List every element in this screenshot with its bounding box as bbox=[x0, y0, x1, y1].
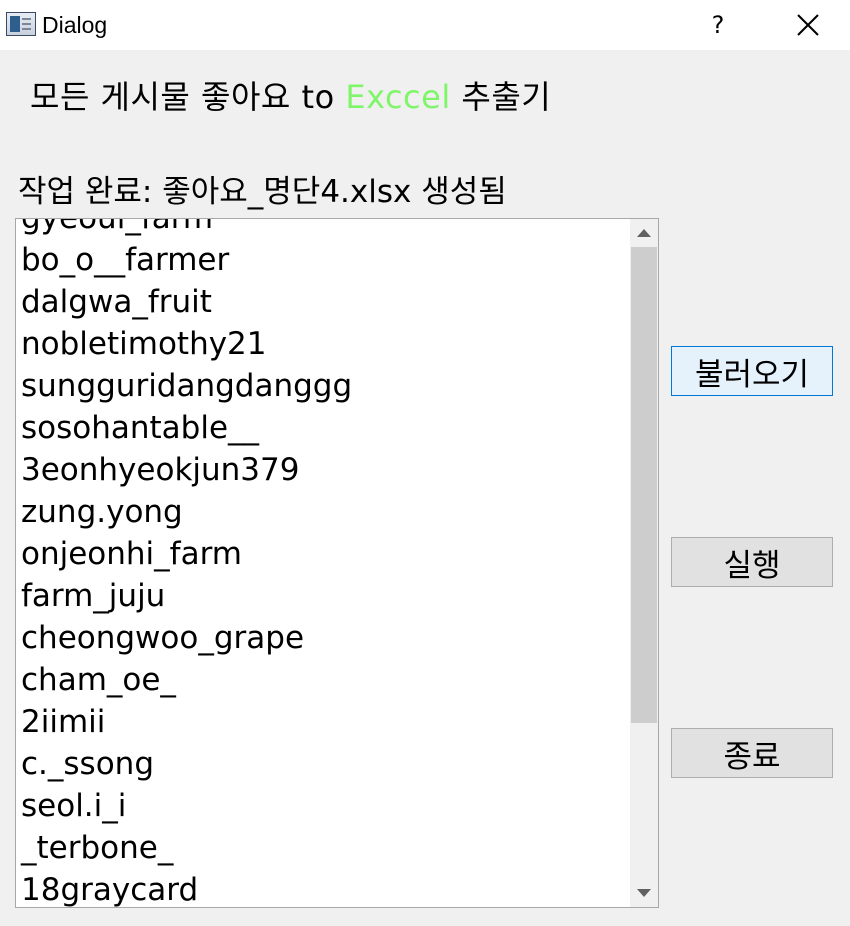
username-list[interactable]: gyeoul_farm bo_o__farmer dalgwa_fruit nobl… bbox=[15, 218, 659, 908]
list-item[interactable]: sosohantable__ bbox=[16, 407, 630, 449]
app-heading: 모든 게시물 좋아요 to Exccel 추출기 bbox=[30, 72, 551, 118]
list-item[interactable]: bo_o__farmer bbox=[16, 239, 630, 281]
list-item[interactable]: c._ssong bbox=[16, 743, 630, 785]
list-item[interactable]: 18graycard bbox=[16, 869, 630, 907]
list-item[interactable]: dalgwa_fruit bbox=[16, 281, 630, 323]
scroll-down-arrow-icon bbox=[637, 889, 651, 897]
app-icon bbox=[6, 12, 36, 36]
list-item[interactable]: 2iimii bbox=[16, 701, 630, 743]
list-item[interactable]: 3eonhyeokjun379 bbox=[16, 449, 630, 491]
list-item[interactable]: seol.i_i bbox=[16, 785, 630, 827]
list-item[interactable]: onjeonhi_farm bbox=[16, 533, 630, 575]
close-button[interactable] bbox=[780, 0, 836, 50]
load-button[interactable]: 불러오기 bbox=[671, 346, 833, 396]
list-item[interactable]: cham_oe_ bbox=[16, 659, 630, 701]
window-title: Dialog bbox=[42, 12, 108, 38]
list-item[interactable]: _terbone_ bbox=[16, 827, 630, 869]
exit-button[interactable]: 종료 bbox=[671, 728, 833, 778]
heading-prefix: 모든 게시물 좋아요 to bbox=[30, 78, 346, 116]
vertical-scrollbar[interactable] bbox=[630, 219, 658, 907]
list-item[interactable]: zung.yong bbox=[16, 491, 630, 533]
scroll-down-button[interactable] bbox=[630, 879, 658, 907]
heading-suffix: 추출기 bbox=[450, 78, 552, 116]
help-button[interactable]: ? bbox=[690, 0, 746, 50]
dialog-window: Dialog ? 모든 게시물 좋아요 to Exccel 추출기 작업 완료:… bbox=[0, 0, 850, 926]
list-item[interactable]: farm_juju bbox=[16, 575, 630, 617]
close-icon bbox=[797, 14, 819, 36]
heading-accent-word: Exccel bbox=[345, 78, 451, 116]
scroll-up-button[interactable] bbox=[630, 219, 658, 247]
scroll-thumb[interactable] bbox=[631, 247, 657, 723]
title-bar: Dialog ? bbox=[0, 0, 850, 50]
list-item[interactable]: cheongwoo_grape bbox=[16, 617, 630, 659]
list-item[interactable]: nobletimothy21 bbox=[16, 323, 630, 365]
scroll-up-arrow-icon bbox=[637, 229, 651, 237]
list-items-container: gyeoul_farm bo_o__farmer dalgwa_fruit nobl… bbox=[16, 219, 630, 907]
status-label: 작업 완료: 좋아요_명단4.xlsx 생성됨 bbox=[18, 174, 507, 210]
list-item-partial[interactable]: gyeoul_farm bbox=[16, 219, 630, 239]
list-item[interactable]: sungguridangdanggg bbox=[16, 365, 630, 407]
run-button[interactable]: 실행 bbox=[671, 537, 833, 587]
